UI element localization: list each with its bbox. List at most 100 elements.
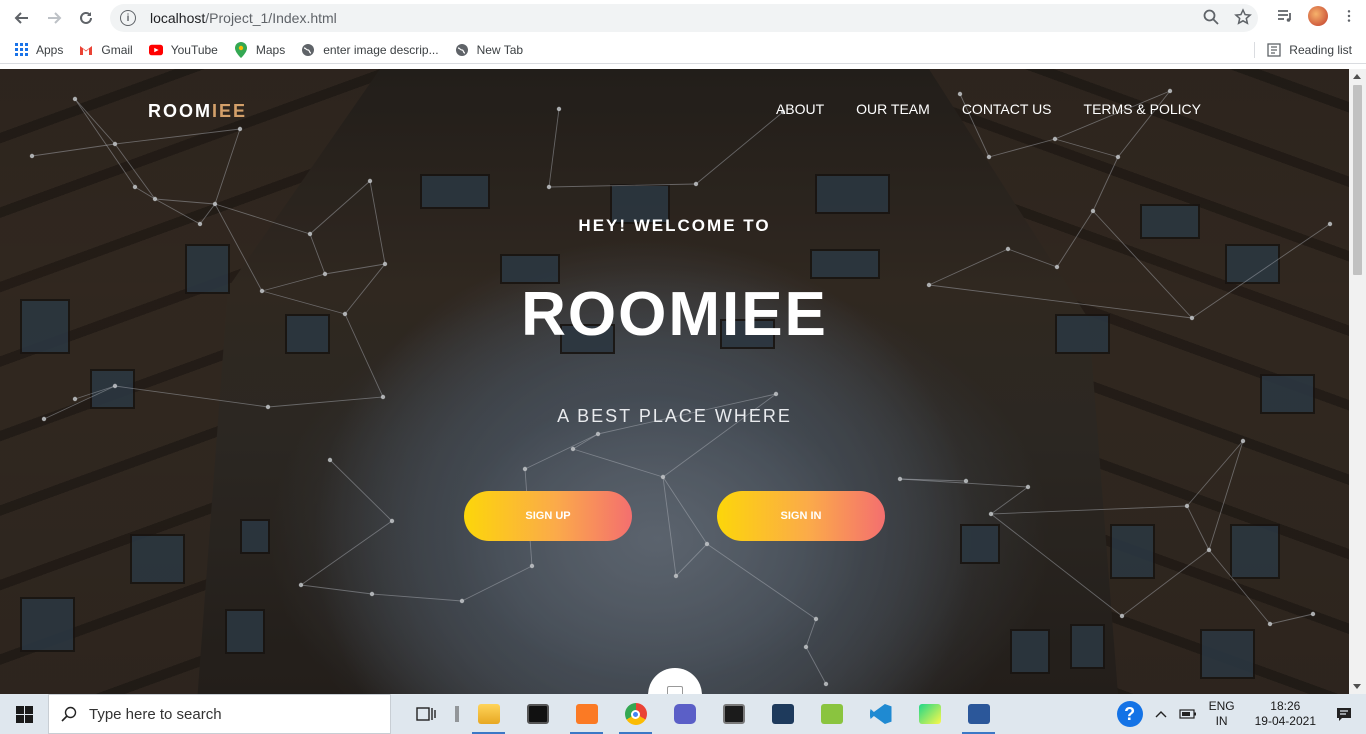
network-node [29, 153, 35, 159]
network-node [704, 541, 710, 547]
network-node [459, 598, 465, 604]
file-explorer-button[interactable] [464, 694, 513, 734]
reading-list-icon [1267, 43, 1281, 57]
scroll-down-arrow-icon[interactable] [1353, 684, 1361, 689]
network-node [660, 474, 666, 480]
forward-button[interactable] [38, 2, 70, 34]
url-path: /Project_1/Index.html [205, 10, 337, 26]
network-link [524, 433, 599, 470]
task-view-button[interactable] [401, 694, 450, 734]
network-link [695, 111, 784, 185]
bookmark-apps[interactable]: Apps [14, 43, 63, 57]
show-hidden-icons-button[interactable] [1155, 710, 1167, 718]
bookmark-maps[interactable]: Maps [234, 41, 286, 58]
menu-kebab-icon[interactable] [1342, 7, 1356, 25]
window-pane [225, 609, 265, 654]
window-pane [810, 249, 880, 279]
network-node [1310, 611, 1316, 617]
network-node [152, 196, 158, 202]
network-link [990, 505, 1188, 515]
network-node [1054, 264, 1060, 270]
zoom-icon[interactable] [1202, 8, 1220, 26]
bookmark-new-tab[interactable]: New Tab [455, 43, 523, 57]
address-bar[interactable]: i localhost/Project_1/Index.html [110, 4, 1258, 32]
reading-list-button[interactable]: Reading list [1254, 42, 1352, 58]
language-indicator[interactable]: ENG IN [1209, 699, 1235, 729]
reload-button[interactable] [70, 2, 102, 34]
notification-icon [1337, 708, 1351, 721]
nav-contact-us[interactable]: CONTACT US [962, 101, 1052, 117]
network-node [389, 518, 395, 524]
media-playlist-icon[interactable] [1276, 7, 1294, 25]
site-logo[interactable]: ROOMIEE [148, 101, 247, 122]
bookmark-youtube[interactable]: YouTube [148, 43, 218, 57]
network-node [380, 394, 386, 400]
maps-icon [234, 41, 248, 58]
vscode-icon [869, 704, 892, 724]
vscode-button[interactable] [856, 694, 905, 734]
back-button[interactable] [6, 2, 38, 34]
reload-icon [80, 11, 92, 24]
start-button[interactable] [0, 694, 48, 734]
network-node [1005, 246, 1011, 252]
chevron-up-icon [1155, 711, 1167, 718]
search-icon [61, 706, 77, 722]
network-link [300, 584, 373, 595]
profile-avatar[interactable] [1308, 6, 1328, 26]
scroll-down-button[interactable] [648, 668, 702, 694]
bookmark-label: Maps [255, 42, 286, 57]
teams-button[interactable] [660, 694, 709, 734]
taskbar-search-box[interactable]: Type here to search [48, 694, 391, 734]
network-node [327, 457, 333, 463]
network-link [548, 108, 560, 188]
network-node [1090, 208, 1096, 214]
help-icon: ? [1116, 701, 1143, 727]
page-scrollbar[interactable] [1349, 69, 1366, 694]
nav-terms-policy[interactable]: TERMS & POLICY [1084, 101, 1201, 117]
window-pane [130, 534, 185, 584]
window-pane [960, 524, 1000, 564]
help-button[interactable]: ? [1116, 701, 1143, 727]
terminal-icon [526, 704, 549, 724]
nav-about[interactable]: ABOUT [776, 101, 824, 117]
chrome-button[interactable] [611, 694, 660, 734]
back-arrow-icon [14, 12, 28, 24]
window-pane [815, 174, 890, 214]
network-link [114, 385, 269, 408]
word-button[interactable] [954, 694, 1003, 734]
sign-up-button[interactable]: SIGN UP [464, 491, 632, 541]
notifications-button[interactable] [1336, 706, 1352, 722]
network-link [31, 143, 116, 157]
network-link [1208, 549, 1271, 625]
bookmark-image-description[interactable]: enter image descrip... [301, 43, 439, 57]
scroll-up-arrow-icon[interactable] [1353, 74, 1361, 79]
scrollbar-thumb[interactable] [1353, 85, 1362, 275]
hero-section: ROOMIEE ABOUT OUR TEAM CONTACT US TERMS … [0, 69, 1349, 694]
network-link [1186, 505, 1210, 551]
url-host: localhost [150, 10, 206, 26]
terminal-button[interactable] [513, 694, 562, 734]
pycharm-button[interactable] [905, 694, 954, 734]
gmail-icon [79, 43, 93, 57]
network-link [899, 478, 967, 482]
clock[interactable]: 18:26 19-04-2021 [1255, 699, 1316, 729]
bookmark-gmail[interactable]: Gmail [79, 43, 133, 57]
xampp-button[interactable] [562, 694, 611, 734]
cmd-button[interactable] [709, 694, 758, 734]
network-link [990, 486, 1029, 515]
xampp-icon [575, 704, 598, 724]
bookmark-star-icon[interactable] [1234, 8, 1252, 26]
mysql-button[interactable] [758, 694, 807, 734]
network-node [823, 681, 829, 687]
language-code: ENG [1208, 699, 1235, 713]
battery-button[interactable] [1178, 708, 1197, 720]
network-link [662, 476, 677, 577]
network-node [382, 261, 388, 267]
network-node [988, 511, 994, 517]
site-info-icon[interactable]: i [120, 10, 136, 26]
sign-in-button[interactable]: SIGN IN [717, 491, 885, 541]
notepadpp-button[interactable] [807, 694, 856, 734]
nav-our-team[interactable]: OUR TEAM [856, 101, 930, 117]
window-pane [240, 519, 270, 554]
network-link [1186, 440, 1244, 507]
